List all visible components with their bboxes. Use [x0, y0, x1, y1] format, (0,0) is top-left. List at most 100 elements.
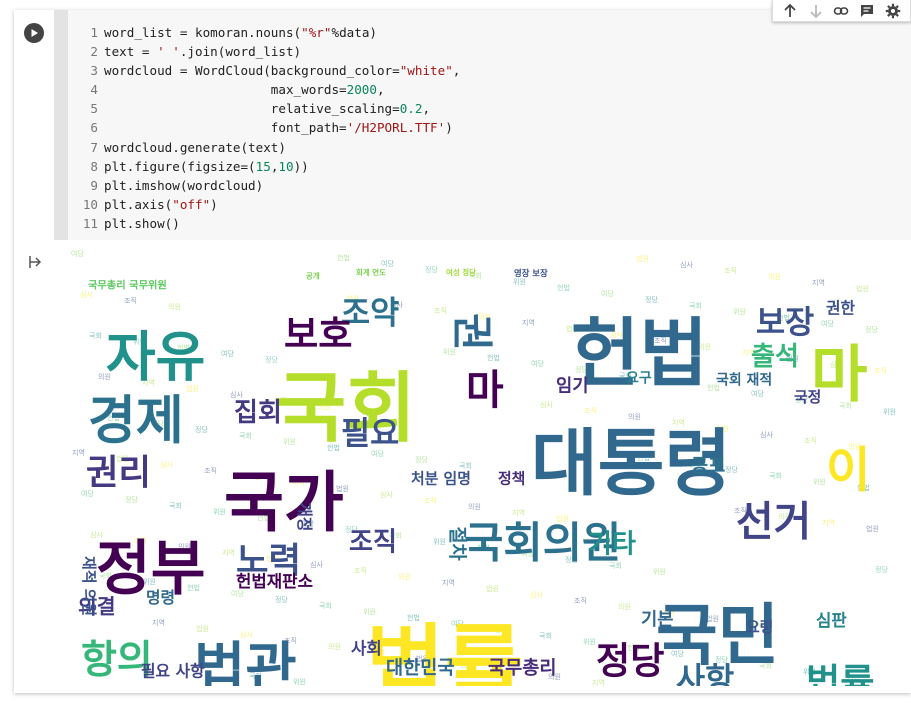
wordcloud-filler-word: 여당	[221, 349, 234, 358]
code-line: 10 plt.axis("off")	[82, 195, 460, 214]
code-token: '/H2PORL.TTF'	[346, 120, 446, 136]
wordcloud-filler-word: 의원	[468, 502, 481, 511]
wordcloud-word: 법관	[194, 637, 297, 686]
wordcloud-word: 재적 의원	[80, 556, 98, 616]
wordcloud-filler-word: 정당	[415, 455, 428, 464]
wordcloud-filler-word: 위원	[733, 307, 746, 316]
wordcloud-word: 선거	[736, 498, 811, 546]
wordcloud-filler-word: 조직	[204, 466, 217, 475]
comment-icon	[861, 4, 874, 17]
settings-button[interactable]	[882, 1, 904, 21]
code-token: wordcloud.generate(text)	[104, 139, 286, 155]
wordcloud-filler-word: 국회	[769, 472, 782, 480]
wordcloud-filler-word: 조직	[434, 306, 447, 315]
wordcloud-word: 기본	[641, 609, 674, 630]
wordcloud-image: 여당 의원 정당 지역 국회 법원 위원 심사 헌법 조직 여당 의원 정당 지역 국회 법원 위원 심사 헌법 조직…	[66, 250, 895, 686]
wordcloud-filler-word: 의원	[328, 642, 341, 651]
run-cell-button[interactable]	[24, 23, 44, 43]
code-token: 0.2	[399, 101, 423, 117]
wordcloud-filler-word: 위원	[883, 407, 895, 416]
wordcloud-filler-word: 정당	[865, 325, 878, 334]
wordcloud-word: 이	[826, 442, 871, 498]
link-button[interactable]	[830, 1, 852, 21]
wordcloud-word: 임기	[556, 375, 589, 396]
wordcloud-filler-word: 정당	[875, 565, 888, 574]
wordcloud-filler-word: 조직	[874, 366, 887, 375]
wordcloud-filler-word: 정당	[425, 265, 438, 274]
comment-button[interactable]	[856, 1, 878, 21]
wordcloud-filler-word: 헌법	[337, 253, 350, 262]
code-token: word_list = komoran.nouns(	[104, 25, 302, 40]
wordcloud-word: 필요 사항	[141, 661, 205, 680]
wordcloud-filler-word: 위원	[653, 567, 666, 576]
wordcloud-filler-word: 여당	[71, 250, 84, 258]
code-token: relative_scaling=	[104, 101, 400, 117]
line-number: 9	[90, 177, 98, 193]
wordcloud-word: 정당	[596, 638, 664, 682]
move-up-button[interactable]	[779, 1, 801, 21]
code-token: )	[210, 196, 218, 212]
wordcloud-word: 필요	[341, 416, 399, 452]
code-token: "%r"	[301, 25, 332, 40]
wordcloud-filler-word: 의원	[398, 572, 411, 581]
line-number: 6	[90, 120, 98, 136]
line-number: 10	[82, 196, 98, 212]
wordcloud-word: 국무총리 국무위원	[88, 278, 167, 291]
wordcloud-filler-word: 조직	[424, 496, 437, 505]
wordcloud-filler-word: 국회	[239, 432, 252, 440]
cell-gutter	[14, 10, 54, 240]
wordcloud-filler-word: 국회	[319, 602, 332, 610]
code-editor[interactable]: 1 word_list = komoran.nouns("%r"%data) 2 te…	[54, 10, 911, 240]
line-number: 4	[90, 82, 98, 98]
code-line: 2 text = ' '.join(word_list)	[82, 42, 460, 61]
cell-toolbar	[772, 0, 911, 22]
arrow-up-icon	[784, 3, 796, 17]
wordcloud-filler-word: 지역	[72, 448, 85, 457]
code-token: wordcloud = WordCloud(background_color=	[104, 63, 400, 79]
wordcloud-filler-word: 여당	[381, 259, 394, 268]
wordcloud-filler-word: 국회	[169, 502, 182, 510]
wordcloud-filler-word: 지역	[812, 278, 825, 287]
wordcloud-filler-word: 지역	[512, 508, 525, 517]
wordcloud-word: 자유	[106, 325, 205, 388]
code-token: 15	[255, 158, 271, 174]
code-token: ,	[422, 101, 431, 117]
code-token: font_path=	[104, 120, 347, 136]
wordcloud-word: 절차	[446, 526, 467, 560]
wordcloud-word: 요구	[626, 371, 652, 387]
wordcloud-filler-word: 지역	[442, 578, 455, 587]
play-icon	[31, 29, 38, 37]
wordcloud-filler-word: 조직	[804, 436, 817, 445]
wordcloud-filler-word: 위원	[813, 477, 826, 486]
wordcloud-filler-word: 조직	[354, 566, 367, 575]
wordcloud-word: 명령	[146, 588, 175, 607]
line-number: 1	[90, 25, 98, 40]
code-cell[interactable]: 1 word_list = komoran.nouns("%r"%data) 2 te…	[14, 10, 911, 693]
wordcloud-filler-word: 심사	[310, 560, 323, 569]
code-token: plt.imshow(wordcloud)	[104, 177, 264, 193]
wordcloud-filler-word: 의원	[628, 412, 641, 421]
output-icon[interactable]	[28, 254, 44, 270]
code-token: ,	[376, 82, 385, 98]
wordcloud-filler-word: 위원	[433, 537, 446, 546]
wordcloud-word: 정책	[498, 470, 525, 488]
code-text[interactable]: 1 word_list = komoran.nouns("%r"%data) 2 te…	[82, 23, 461, 233]
wordcloud-filler-word: 심사	[760, 430, 773, 439]
wordcloud-filler-word: 지역	[222, 548, 235, 557]
wordcloud-word: 권	[448, 313, 496, 351]
wordcloud-word: 보호	[284, 312, 352, 356]
move-down-button[interactable]	[805, 1, 827, 21]
wordcloud-word: 사항	[676, 662, 734, 686]
wordcloud-filler-word: 지역	[522, 318, 535, 327]
wordcloud-word: 국가	[224, 466, 344, 541]
wordcloud-filler-word: 헌법	[487, 353, 500, 362]
wordcloud-filler-word: 조직	[574, 596, 587, 605]
wordcloud-word: 회계 연도	[356, 267, 386, 277]
wordcloud-word: 마	[466, 366, 504, 414]
wordcloud-word: 요령	[746, 618, 773, 636]
wordcloud-word: 헌법재판소	[236, 571, 313, 591]
wordcloud-word: 기타	[588, 530, 636, 560]
wordcloud-word: 권리	[86, 452, 151, 493]
line-number: 8	[90, 158, 98, 174]
line-number: 11	[82, 215, 98, 231]
